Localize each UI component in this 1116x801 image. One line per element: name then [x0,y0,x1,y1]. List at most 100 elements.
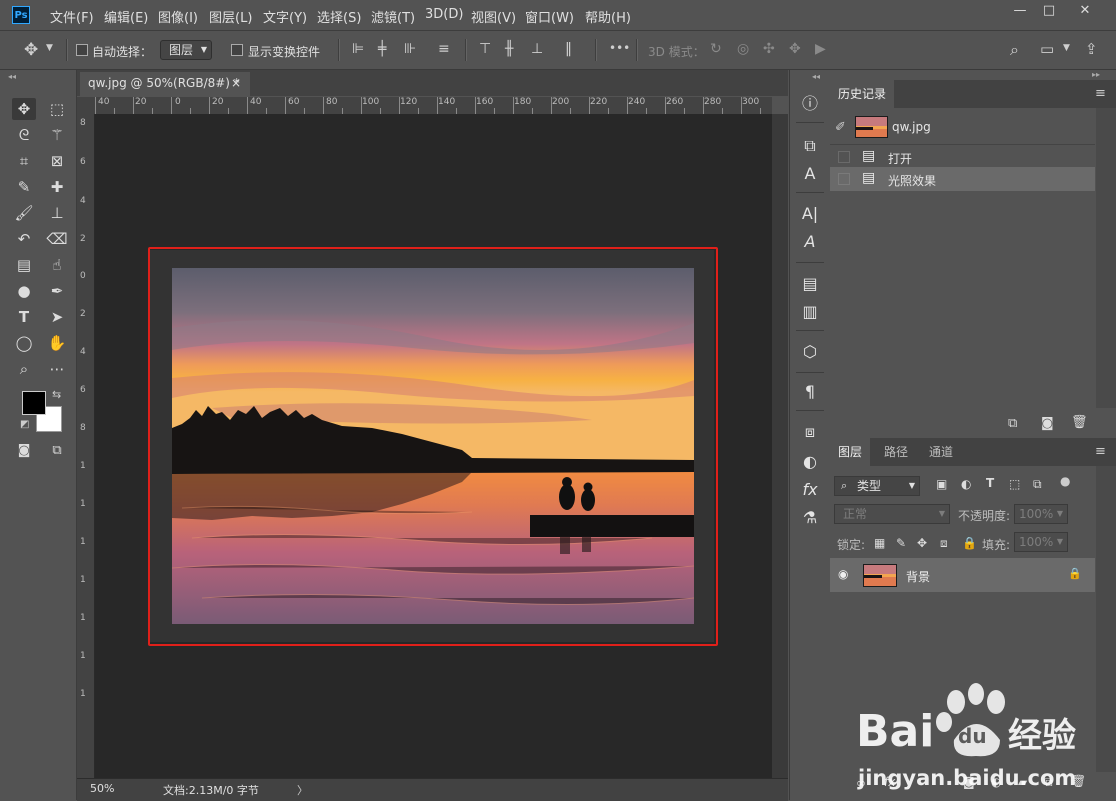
eye-icon[interactable]: ◉ [838,567,848,581]
filter-type-icon[interactable]: T [986,476,994,490]
state-checkbox[interactable] [838,173,850,185]
move-tool-icon[interactable]: ✥ [12,98,36,120]
healing-brush-tool-icon[interactable]: ✚ [45,176,69,198]
close-icon[interactable]: × [231,72,241,94]
history-brush-source-icon[interactable]: ✐ [835,120,846,135]
paragraph-icon[interactable]: ¶ [800,382,820,402]
quick-mask-icon[interactable]: ◙ [12,440,36,462]
move-tool-icon[interactable]: ✥ [24,40,38,60]
3d-icon[interactable]: ⬡ [800,342,820,362]
adjustments-icon[interactable]: ⧈ [800,422,820,442]
dodge-tool-icon[interactable]: ● [12,280,36,302]
3d-rotate-icon[interactable]: ↻ [710,41,722,57]
snapshot-thumbnail[interactable] [855,116,888,138]
filter-toggle-icon[interactable]: ● [1060,474,1070,488]
collapse-icon[interactable]: ◂◂ [8,72,16,81]
pen-tool-icon[interactable]: ✒ [45,280,69,302]
tab-history[interactable]: 历史记录 [830,80,895,108]
history-state[interactable]: ▤ 打开 [830,144,1095,169]
menu-3d[interactable]: 3D(D) [425,7,463,22]
search-icon[interactable]: ⌕ [1010,40,1019,60]
filter-pixel-icon[interactable]: ▣ [936,477,947,491]
crop-tool-icon[interactable]: ⌗ [12,150,36,172]
brush-settings-icon[interactable]: ⚗ [800,508,820,528]
panel-menu-icon[interactable]: ≡ [1095,444,1106,459]
align-top-edges-icon[interactable]: ⊤ [479,41,491,57]
3d-slide-icon[interactable]: ✥ [789,41,801,57]
vertical-scrollbar[interactable] [772,114,788,778]
show-transform-checkbox[interactable] [231,44,243,56]
magic-wand-tool-icon[interactable]: ⚚ [45,124,69,146]
brush-tool-icon[interactable]: 🖌 [12,202,36,224]
marquee-tool-icon[interactable]: ⬚ [45,98,69,120]
zoom-level[interactable]: 50% [90,782,114,795]
layer-row[interactable]: ◉ 背景 🔒 [830,558,1095,592]
tab-channels[interactable]: 通道 [921,438,961,466]
path-selection-tool-icon[interactable]: ➤ [45,306,69,328]
default-colors-icon[interactable]: ◩ [20,419,29,430]
history-brush-tool-icon[interactable]: ↶ [12,228,36,250]
filter-adjustment-icon[interactable]: ◐ [961,477,971,491]
menu-type[interactable]: 文字(Y) [263,7,307,26]
menu-help[interactable]: 帮助(H) [585,7,631,26]
auto-select-checkbox[interactable] [76,44,88,56]
minimize-button[interactable]: — [1005,0,1035,22]
swap-colors-icon[interactable]: ⇆ [52,388,61,401]
more-tools-icon[interactable]: ⋯ [45,358,69,380]
lock-artboard-icon[interactable]: ⧈ [940,536,948,551]
document-tab[interactable]: qw.jpg @ 50%(RGB/8#) * × [80,72,250,96]
zoom-tool-icon[interactable]: ⌕ [12,358,36,380]
notes-icon[interactable]: ▤ [800,274,820,294]
trash-icon[interactable]: 🗑 [1071,415,1088,430]
distribute-vertical-icon[interactable]: ‖ [565,41,572,57]
status-menu-icon[interactable]: 〉 [297,782,308,798]
smudge-tool-icon[interactable]: ☝ [45,254,69,276]
filter-shape-icon[interactable]: ⬚ [1009,477,1020,491]
chevron-down-icon[interactable]: ▼ [46,43,53,53]
glyphs-icon[interactable]: A [800,232,820,252]
clone-source-icon[interactable]: ⧉ [800,136,820,156]
info-icon[interactable]: ⓘ [800,94,820,114]
align-left-edges-icon[interactable]: ⊫ [352,41,364,57]
panel-menu-icon[interactable]: ≡ [1095,86,1106,101]
styles-icon[interactable]: fx [800,480,820,500]
align-vertical-centers-icon[interactable]: ╫ [505,41,513,57]
state-checkbox[interactable] [838,151,850,163]
auto-select-dropdown[interactable]: 图层 ▼ [160,40,212,60]
frame-tool-icon[interactable]: ⊠ [45,150,69,172]
close-button[interactable]: ✕ [1070,0,1100,22]
eyedropper-tool-icon[interactable]: ✎ [12,176,36,198]
share-icon[interactable]: ⇪ [1085,40,1098,58]
layer-filter-dropdown[interactable]: ⌕ 类型 ▼ [834,476,920,496]
menu-edit[interactable]: 编辑(E) [104,7,148,26]
fill-field[interactable]: 100% ▼ [1014,532,1068,552]
menu-layer[interactable]: 图层(L) [209,7,252,26]
distribute-icon[interactable]: ≡ [438,41,450,57]
foreground-color-swatch[interactable] [22,391,46,415]
lasso-tool-icon[interactable]: ᘓ [12,124,36,146]
tab-paths[interactable]: 路径 [876,438,916,466]
lock-all-icon[interactable]: 🔒 [962,536,977,550]
lock-image-icon[interactable]: ✎ [896,536,906,550]
hand-tool-icon[interactable]: ✋ [45,332,69,354]
menu-file[interactable]: 文件(F) [50,7,94,26]
expand-icon[interactable]: ▸▸ [1092,70,1100,79]
menu-image[interactable]: 图像(I) [158,7,198,26]
snapshot-name[interactable]: qw.jpg [892,120,931,134]
align-horizontal-centers-icon[interactable]: ╪ [378,41,386,57]
maximize-button[interactable]: □ [1034,0,1064,22]
3d-roll-icon[interactable]: ◎ [737,41,749,57]
character-style-icon[interactable]: A [800,164,820,184]
lock-transparent-icon[interactable]: ▦ [874,536,885,550]
eraser-tool-icon[interactable]: ⌫ [45,228,69,250]
gradient-tool-icon[interactable]: ▤ [12,254,36,276]
camera-icon[interactable]: ◙ [1041,416,1054,431]
3d-scale-icon[interactable]: ▶ [815,41,826,57]
align-right-edges-icon[interactable]: ⊪ [404,41,416,57]
layer-name[interactable]: 背景 [906,568,930,585]
workspace-icon[interactable]: ▭ [1040,40,1054,58]
menu-view[interactable]: 视图(V) [471,7,516,26]
new-document-from-state-icon[interactable]: ⧉ [1008,416,1017,431]
blend-mode-dropdown[interactable]: 正常 ▼ [834,504,950,524]
filter-smart-object-icon[interactable]: ⧉ [1033,477,1042,492]
